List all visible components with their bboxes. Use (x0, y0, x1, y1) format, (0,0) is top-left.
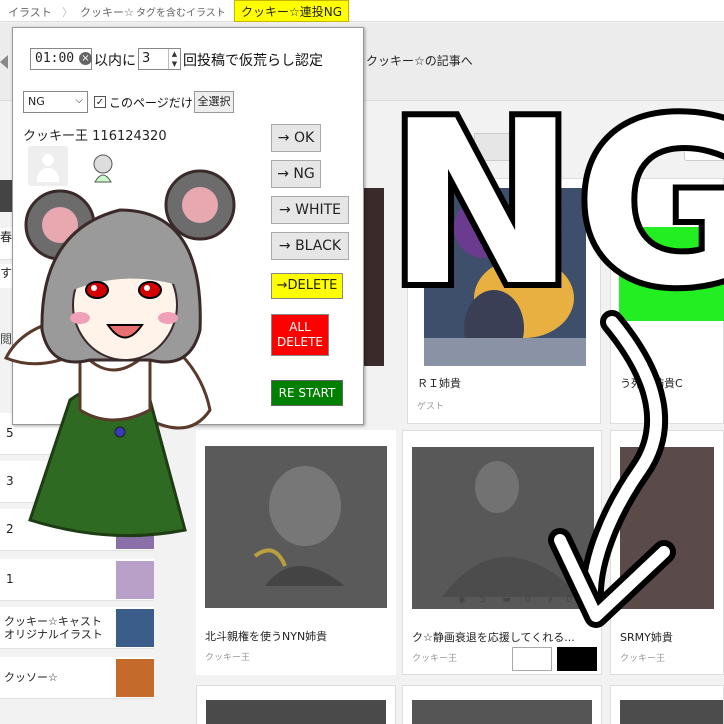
within-label: 以内に (94, 53, 136, 69)
delete-button[interactable]: →DELETE (271, 273, 343, 299)
illust-card[interactable]: ＲＩ姉貴 ゲスト (407, 178, 601, 424)
category-subtitle: オリジナルイラスト (4, 628, 103, 641)
eye-icon: ◉ (458, 595, 466, 605)
chevron-down-icon: ⌵ (75, 95, 83, 106)
illust-card[interactable] (402, 685, 602, 724)
chevron-right-icon: 〉 (218, 6, 229, 19)
illust-thumbnail[interactable] (412, 447, 594, 609)
ranking-row-3[interactable]: 3 (0, 461, 154, 503)
illust-user[interactable]: ゲスト (417, 399, 444, 412)
ranking-thumbnail[interactable] (116, 561, 154, 599)
breadcrumb: イラスト 〉 クッキー☆ タグを含むイラスト 〉 クッキー☆連投NG (0, 0, 724, 22)
breadcrumb-illust-link[interactable]: イラスト (8, 4, 52, 20)
left-arrow-icon[interactable] (0, 55, 8, 69)
illust-thumbnail[interactable] (619, 227, 724, 321)
illust-thumbnail[interactable] (424, 188, 586, 366)
illust-card[interactable] (196, 685, 396, 724)
user-id: 116124320 (92, 129, 167, 144)
ranking-thumbnail[interactable] (116, 511, 154, 549)
select-all-button[interactable]: 全選択 (194, 91, 234, 113)
default-avatar-icon[interactable] (28, 146, 68, 186)
page-only-checkbox[interactable]: ✓ (94, 96, 106, 108)
user-illust-thumbnail[interactable] (89, 152, 117, 184)
all-delete-line2: DELETE (276, 335, 323, 349)
category-row-cast[interactable]: クッキー☆キャスト オリジナルイラスト (0, 607, 154, 649)
mark-black-button[interactable] (557, 647, 597, 671)
all-delete-line1: ALL (289, 320, 311, 334)
illust-title[interactable]: う死相姉貴C (620, 375, 683, 391)
illust-card[interactable] (610, 685, 724, 724)
restart-button[interactable]: RE START (271, 380, 343, 406)
ranking-row-1[interactable]: 1 (0, 559, 154, 601)
pagination-next[interactable]: > (684, 133, 724, 161)
ng-settings-panel: 01:00 × 以内に 3 ▲ ▼ 回投稿で仮荒らし認定 NG ⌵ ✓ このページ… (12, 27, 364, 425)
clip-count: 0 (566, 595, 572, 605)
comment-icon: ▬ (502, 595, 511, 605)
page-link-4[interactable]: 4 (618, 133, 644, 161)
chevron-right-icon: 〉 (62, 6, 73, 19)
breadcrumb-tag-link[interactable]: クッキー☆ (80, 4, 134, 20)
category-row-kusso[interactable]: クッソー☆ (0, 657, 154, 699)
category-title: クッキー☆キャスト (4, 615, 102, 628)
comment-count: 0 (524, 595, 531, 605)
category-thumbnail[interactable] (116, 609, 154, 647)
ranking-row-2[interactable]: 2 (0, 509, 154, 551)
illust-title[interactable]: 北斗親権を使うNYN姉貴 (205, 628, 327, 644)
mode-select[interactable]: NG ⌵ (23, 91, 88, 113)
rank-number: 2 (6, 522, 14, 536)
move-to-ng-button[interactable]: → NG (271, 160, 321, 188)
mark-white-button[interactable] (512, 647, 552, 671)
move-to-ok-button[interactable]: → OK (271, 124, 321, 152)
page-current[interactable]: 1 (529, 133, 555, 161)
illust-title[interactable]: ＲＩ姉貴 (417, 375, 461, 391)
page-link-5[interactable]: 5 (648, 133, 674, 161)
illust-stats: ◉ 5 ▬ 0 ∂ 0 (458, 595, 586, 605)
illust-thumbnail[interactable] (205, 446, 387, 608)
rule-label: 回投稿で仮荒らし認定 (183, 53, 323, 69)
illust-card[interactable]: う死相姉貴C (610, 178, 724, 424)
illust-title[interactable]: SRMY姉貴 (620, 629, 673, 645)
illust-card[interactable]: SRMY姉貴 クッキー王 (610, 430, 724, 675)
breadcrumb-current: クッキー☆連投NG (234, 0, 350, 22)
stepper-icon[interactable]: ▲ ▼ (168, 49, 180, 69)
category-thumbnail[interactable] (116, 659, 154, 697)
illust-user[interactable]: クッキー王 (620, 651, 665, 664)
illust-thumbnail[interactable] (620, 447, 714, 609)
view-count: 5 (479, 595, 486, 605)
rank-number: 1 (6, 572, 14, 586)
move-to-black-button[interactable]: → BLACK (271, 232, 349, 260)
illust-user[interactable]: クッキー王 (412, 651, 457, 664)
page-only-label: このページだけ (109, 96, 193, 110)
rank-number: 5 (6, 426, 14, 440)
rank-number: 3 (6, 474, 14, 488)
all-delete-button[interactable]: ALL DELETE (271, 314, 329, 356)
clear-icon[interactable]: × (79, 52, 92, 65)
illust-card[interactable]: ク☆静画衰退を応援してくれる... クッキー王 (402, 430, 602, 675)
illust-title[interactable]: ク☆静画衰退を応援してくれる... (412, 629, 594, 645)
mode-select-value: NG (28, 95, 45, 108)
illust-user[interactable]: クッキー王 (205, 650, 250, 663)
breadcrumb-tag-suffix: タグを含むイラスト (136, 8, 226, 19)
category-title: クッソー☆ (4, 671, 58, 684)
article-link[interactable]: クッキー☆の記事へ (366, 52, 473, 69)
clip-icon: ∂ (547, 595, 553, 605)
move-to-white-button[interactable]: → WHITE (271, 196, 349, 224)
illust-card[interactable]: 北斗親権を使うNYN姉貴 クッキー王 (196, 430, 396, 675)
user-name[interactable]: クッキー王 (23, 129, 88, 144)
pagination-prev[interactable] (474, 133, 528, 161)
user-line: クッキー王 116124320 (23, 125, 167, 144)
